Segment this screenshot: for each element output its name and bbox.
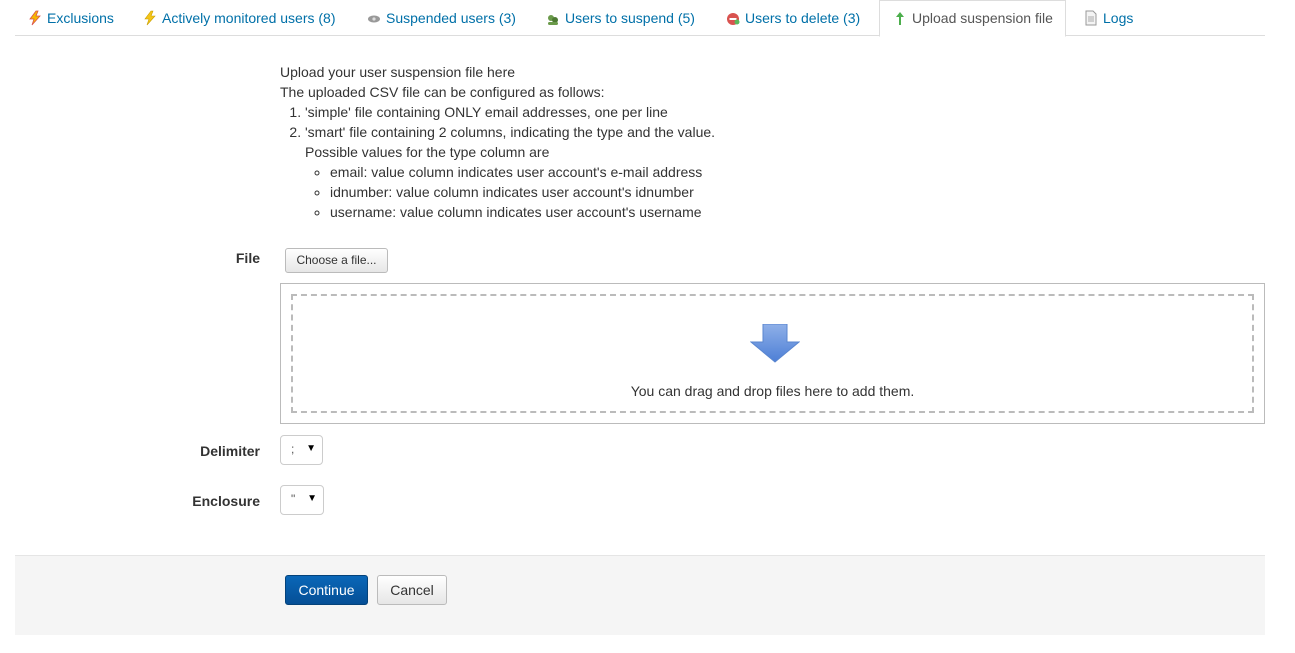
tab-users-to-suspend[interactable]: Users to suspend (5): [533, 0, 707, 36]
tab-suspended-users[interactable]: Suspended users (3): [354, 0, 528, 36]
users-icon: [545, 3, 561, 25]
tab-label: Users to suspend (5): [565, 10, 695, 26]
cancel-button[interactable]: Cancel: [377, 575, 447, 605]
file-dropzone[interactable]: You can drag and drop files here to add …: [280, 283, 1265, 424]
enclosure-label: Enclosure: [192, 493, 260, 509]
choose-file-button[interactable]: Choose a file...: [285, 248, 388, 273]
drop-hint: You can drag and drop files here to add …: [630, 383, 915, 399]
list-item: 'smart' file containing 2 columns, indic…: [305, 122, 715, 222]
file-label: File: [235, 250, 260, 266]
tab-exclusions[interactable]: Exclusions: [15, 0, 126, 36]
tab-label: Users to delete (3): [745, 10, 861, 26]
delimiter-select[interactable]: ; ▼: [280, 435, 323, 465]
list-item: idnumber: value column indicates user ac…: [330, 182, 715, 202]
tab-label: Upload suspension file: [912, 10, 1053, 26]
tab-label: Exclusions: [47, 10, 114, 26]
tab-upload-suspension-file[interactable]: Upload suspension file: [879, 0, 1066, 37]
lightning-icon: [142, 3, 158, 26]
enclosure-select[interactable]: " ▼: [280, 485, 324, 515]
upload-instructions: Upload your user suspension file here Th…: [280, 62, 715, 222]
upload-arrow-icon: [892, 4, 908, 25]
tab-label: Actively monitored users (8): [162, 10, 336, 26]
selected-value: ;: [291, 442, 295, 456]
list-item: 'simple' file containing ONLY email addr…: [305, 102, 715, 122]
tab-label: Logs: [1103, 10, 1134, 26]
selected-value: ": [291, 492, 296, 506]
lightning-icon: [27, 3, 43, 26]
delimiter-label: Delimiter: [200, 443, 260, 459]
form-actions: Continue Cancel: [15, 555, 1265, 635]
list-item: username: value column indicates user ac…: [330, 202, 715, 222]
continue-button[interactable]: Continue: [285, 575, 368, 605]
format-list: 'simple' file containing ONLY email addr…: [280, 102, 715, 222]
document-icon: [1083, 3, 1099, 26]
list-item: email: value column indicates user accou…: [330, 162, 715, 182]
tab-bar: Exclusions Actively monitored users (8) …: [15, 0, 1265, 37]
tab-logs[interactable]: Logs: [1071, 0, 1145, 36]
tab-actively-monitored-users[interactable]: Actively monitored users (8): [130, 0, 348, 36]
dropzone-area[interactable]: You can drag and drop files here to add …: [291, 294, 1254, 413]
tab-users-to-delete[interactable]: Users to delete (3): [713, 0, 872, 36]
caret-down-icon: ▼: [307, 493, 317, 504]
caret-down-icon: ▼: [306, 443, 316, 454]
intro-line: The uploaded CSV file can be configured …: [280, 84, 605, 100]
delete-icon: [725, 3, 741, 25]
eye-icon: [366, 3, 382, 23]
drop-arrow-icon: [750, 324, 800, 363]
tab-label: Suspended users (3): [386, 10, 516, 26]
intro-line: Upload your user suspension file here: [280, 64, 516, 80]
type-values-list: email: value column indicates user accou…: [305, 162, 715, 222]
